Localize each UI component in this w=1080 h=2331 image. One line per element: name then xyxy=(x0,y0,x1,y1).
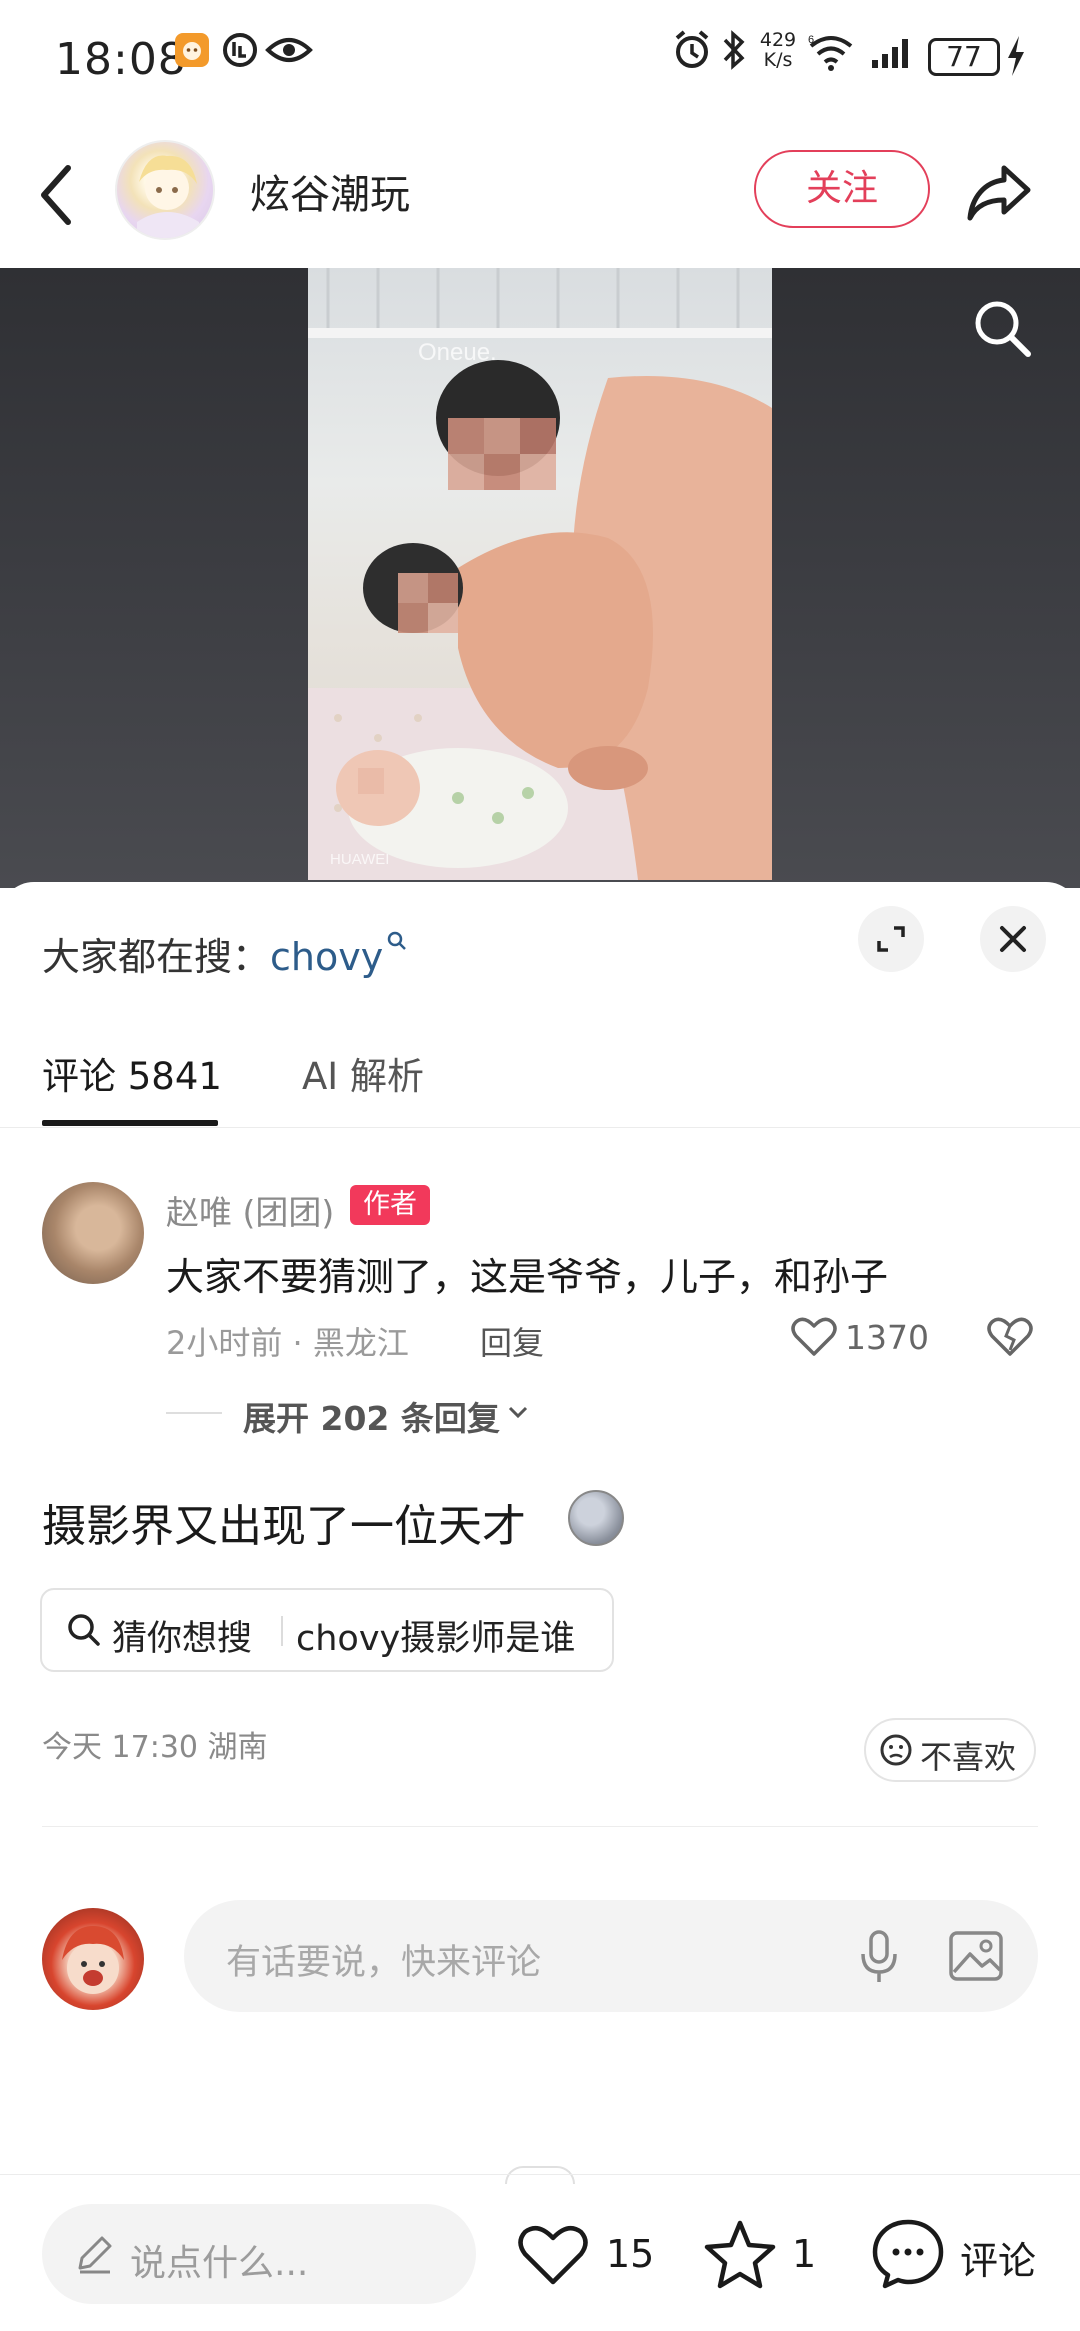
commenter-name[interactable]: 赵唯 (团团) xyxy=(166,1186,334,1234)
section-divider xyxy=(42,1826,1038,1827)
app-notification-icon xyxy=(175,33,209,67)
expand-sheet-button[interactable] xyxy=(858,906,924,972)
tab-comments[interactable]: 评论 5841 xyxy=(42,1046,222,1100)
trending-search-keyword[interactable]: chovy xyxy=(270,935,383,979)
battery-level: 77 xyxy=(946,40,982,73)
post-meta: 今天 17:30 湖南 xyxy=(42,1730,268,1765)
comment-bubble-icon[interactable] xyxy=(870,2216,946,2290)
comment-like-icon[interactable] xyxy=(790,1314,838,1358)
author-name[interactable]: 炫谷潮玩 xyxy=(250,162,410,220)
eye-icon xyxy=(265,38,313,62)
sheet-handle xyxy=(505,2166,575,2184)
moon-face-emoji-icon xyxy=(568,1490,624,1546)
bottom-bar-divider xyxy=(0,2174,1080,2175)
data-saver-icon xyxy=(223,33,257,67)
sad-face-icon xyxy=(880,1734,912,1766)
net-speed-unit: K/s xyxy=(763,49,793,71)
share-icon[interactable] xyxy=(964,158,1034,228)
suggested-search-separator xyxy=(281,1616,283,1646)
like-count: 15 xyxy=(606,2232,655,2276)
chevron-down-icon xyxy=(508,1406,528,1419)
expand-icon xyxy=(877,926,905,952)
pencil-icon xyxy=(78,2236,112,2274)
tab-ai-analysis[interactable]: AI 解析 xyxy=(302,1046,424,1100)
comment-like-count: 1370 xyxy=(845,1318,929,1357)
reply-button[interactable]: 回复 xyxy=(480,1318,544,1364)
author-avatar-art xyxy=(137,155,199,238)
post-photo[interactable]: Oneue. HUAWEI xyxy=(308,268,772,880)
search-icon xyxy=(68,1614,100,1646)
author-avatar[interactable] xyxy=(115,140,215,240)
microphone-icon[interactable] xyxy=(858,1928,900,1986)
active-tab-indicator xyxy=(42,1120,218,1126)
author-badge: 作者 xyxy=(350,1185,430,1225)
comment-button-label[interactable]: 评论 xyxy=(960,2230,1036,2285)
not-interested-label: 不喜欢 xyxy=(920,1738,1017,1776)
wifi-icon: 6 xyxy=(808,34,853,71)
search-icon[interactable] xyxy=(970,296,1034,360)
status-time: 18:08 xyxy=(55,34,187,85)
expand-replies-button[interactable]: 展开 202 条回复 xyxy=(243,1392,500,1440)
expand-replies-line xyxy=(166,1412,222,1414)
svg-text:6: 6 xyxy=(808,34,814,46)
close-sheet-button[interactable] xyxy=(980,906,1046,972)
my-avatar-art xyxy=(62,1926,124,1994)
image-icon[interactable] xyxy=(946,1928,1006,1984)
photo-watermark-bottom: HUAWEI xyxy=(330,851,389,868)
search-small-icon xyxy=(387,931,406,950)
trending-search-prefix: 大家都在搜： xyxy=(42,935,271,979)
status-bar: 18:08 429 K/s 6 77 xyxy=(0,0,1080,120)
favorite-count: 1 xyxy=(792,2232,817,2276)
comment-text[interactable]: 大家不要猜测了，这是爷爷，儿子，和孙子 xyxy=(166,1246,888,1301)
my-avatar[interactable] xyxy=(42,1908,144,2010)
like-heart-icon[interactable] xyxy=(516,2222,590,2288)
follow-button[interactable]: 关注 xyxy=(754,150,930,228)
photo-watermark-top: Oneue. xyxy=(418,339,497,366)
back-arrow-icon[interactable] xyxy=(34,160,78,230)
comment-meta: 2小时前 · 黑龙江 xyxy=(166,1324,409,1362)
bottom-input-placeholder[interactable]: 说点什么... xyxy=(130,2234,308,2286)
suggested-search-label: 猜你想搜 xyxy=(112,1619,253,1659)
net-speed-value: 429 xyxy=(759,29,797,51)
close-icon xyxy=(1000,926,1026,952)
alarm-icon xyxy=(675,30,709,68)
commenter-avatar[interactable] xyxy=(42,1182,144,1284)
charging-bolt-icon xyxy=(1008,36,1024,76)
network-speed: 429 K/s xyxy=(758,30,798,70)
bluetooth-icon xyxy=(723,30,745,70)
favorite-star-icon[interactable] xyxy=(702,2218,778,2290)
signal-icon xyxy=(872,39,908,68)
trending-search-hint[interactable]: 大家都在搜：chovy xyxy=(42,926,383,981)
comment-input-placeholder[interactable]: 有话要说，快来评论 xyxy=(226,1934,541,1985)
post-caption: 摄影界又出现了一位天才 xyxy=(42,1501,526,1552)
photo-scene: Oneue. HUAWEI xyxy=(308,268,772,880)
tabs-divider xyxy=(0,1127,1080,1128)
suggested-search-query[interactable]: chovy摄影师是谁 xyxy=(296,1610,575,1661)
comment-dislike-icon[interactable] xyxy=(986,1314,1034,1358)
battery-indicator: 77 xyxy=(928,38,1000,76)
